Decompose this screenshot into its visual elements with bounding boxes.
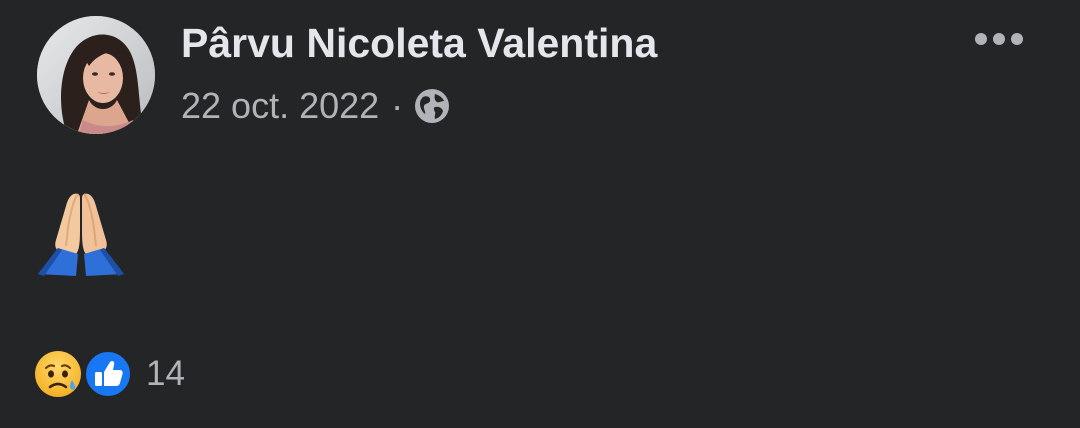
- reaction-icons: [34, 347, 140, 401]
- author-avatar[interactable]: [37, 16, 155, 134]
- post-meta: 22 oct. 2022 ·: [181, 84, 451, 128]
- avatar-photo: [37, 16, 155, 134]
- sad-reaction-icon: [35, 351, 81, 397]
- author-name[interactable]: Pârvu Nicoleta Valentina: [181, 18, 657, 68]
- post-message: [36, 188, 126, 285]
- globe-icon[interactable]: [413, 87, 451, 125]
- like-reaction-icon: [84, 350, 132, 398]
- more-options-button[interactable]: [966, 20, 1032, 58]
- reactions-summary[interactable]: 14: [34, 347, 185, 401]
- more-options-icon: [975, 33, 1023, 45]
- folded-hands-emoji: [38, 193, 124, 276]
- post-date[interactable]: 22 oct. 2022: [181, 85, 379, 127]
- facebook-post: Pârvu Nicoleta Valentina 22 oct. 2022 ·: [0, 0, 1080, 428]
- meta-separator: ·: [391, 85, 404, 126]
- reaction-count[interactable]: 14: [146, 354, 185, 394]
